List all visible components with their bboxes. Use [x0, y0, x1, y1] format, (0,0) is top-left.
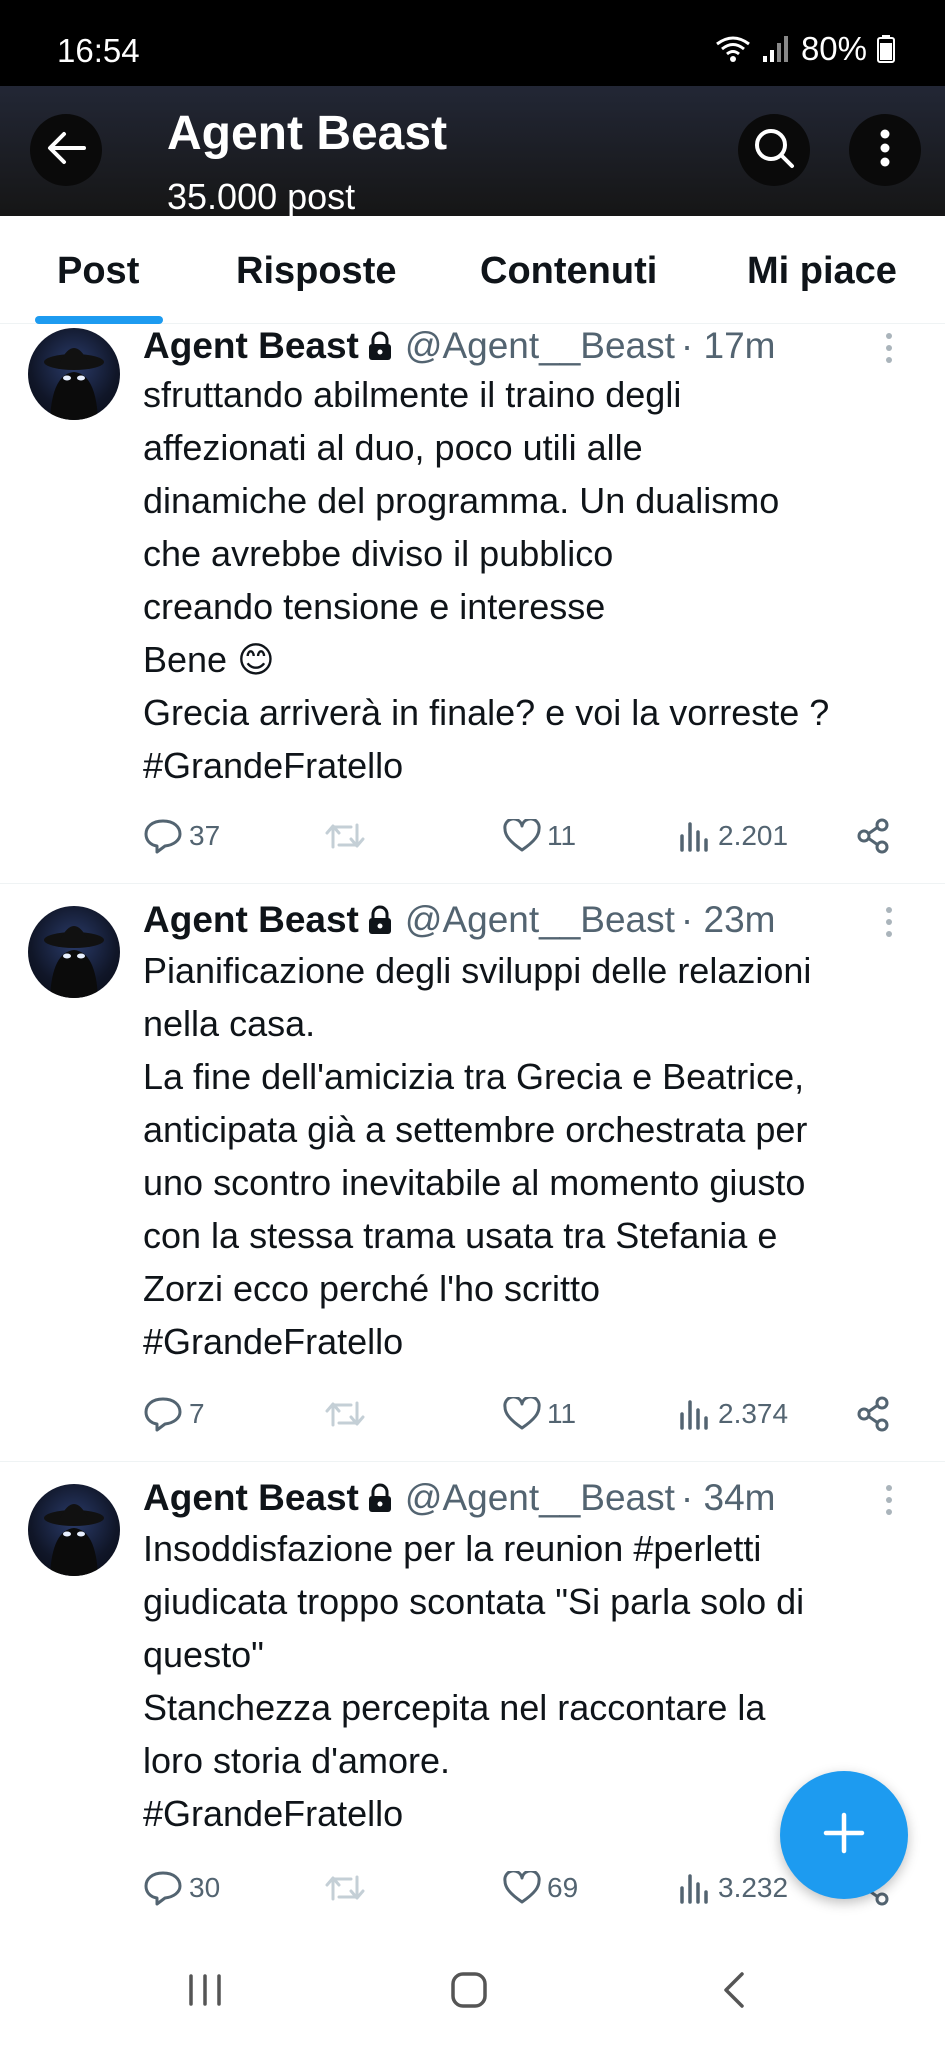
like-count: 69 [547, 1872, 579, 1903]
profile-tabs: Post Risposte Contenuti Mi piace [0, 216, 945, 324]
tweet-actions: 30 69 3.232 [143, 1866, 903, 1910]
tweet-actions: 7 11 2.374 [143, 1392, 903, 1436]
reply-button[interactable]: 37 [143, 814, 220, 858]
tab-contenuti[interactable]: Contenuti [480, 250, 657, 293]
tweet-more-button[interactable] [884, 332, 894, 369]
reply-button[interactable]: 7 [143, 1392, 205, 1436]
search-button[interactable] [738, 114, 810, 186]
profile-name: Agent Beast [167, 107, 448, 160]
more-vertical-icon [879, 128, 891, 173]
view-count: 2.201 [718, 820, 789, 851]
author-name[interactable]: Agent Beast [143, 899, 359, 941]
home-button[interactable] [449, 1970, 489, 2015]
tweet[interactable]: Agent Beast @Agent__Beast · 17m sfruttan… [0, 324, 945, 884]
tweet-header: Agent Beast @Agent__Beast · 23m [143, 898, 776, 942]
compose-button[interactable] [780, 1771, 908, 1899]
reply-icon [144, 1397, 182, 1432]
like-button[interactable]: 11 [503, 814, 576, 858]
tweet-actions: 37 11 2.201 [143, 814, 903, 858]
tweet-text: Pianificazione degli sviluppi delle rela… [143, 950, 812, 1362]
back-button[interactable] [30, 114, 102, 186]
repost-button[interactable] [323, 1392, 367, 1436]
repost-icon [325, 1401, 365, 1427]
share-icon [857, 1396, 889, 1432]
tweet[interactable]: Agent Beast @Agent__Beast · 23m Pianific… [0, 884, 945, 1462]
author-name[interactable]: Agent Beast [143, 325, 359, 367]
author-handle[interactable]: @Agent__Beast [405, 325, 675, 367]
tweet-text: sfruttando abilmente il traino degli aff… [143, 374, 830, 786]
home-icon [451, 1972, 487, 2008]
signal-icon [761, 34, 791, 64]
reply-icon [144, 1871, 182, 1906]
author-name[interactable]: Agent Beast [143, 1477, 359, 1519]
view-count: 3.232 [718, 1872, 789, 1903]
lock-icon [367, 331, 393, 361]
lock-icon [367, 905, 393, 935]
lock-icon [367, 1483, 393, 1513]
heart-icon [503, 1397, 541, 1430]
tweet-more-button[interactable] [884, 1484, 894, 1521]
tab-risposte[interactable]: Risposte [236, 250, 396, 293]
tab-mi-piace[interactable]: Mi piace [747, 250, 897, 293]
views-icon [680, 1874, 708, 1904]
repost-icon [325, 1875, 365, 1901]
repost-button[interactable] [323, 814, 367, 858]
reply-count: 7 [189, 1398, 205, 1429]
author-handle[interactable]: @Agent__Beast [405, 899, 675, 941]
back-arrow-icon [46, 130, 86, 171]
status-indicators: 80% [715, 30, 895, 68]
like-button[interactable]: 69 [503, 1866, 578, 1910]
repost-button[interactable] [323, 1866, 367, 1910]
tweet-header: Agent Beast @Agent__Beast · 17m [143, 324, 776, 368]
system-back-button[interactable] [718, 1970, 748, 2015]
avatar[interactable] [28, 1484, 120, 1576]
heart-icon [503, 1871, 541, 1904]
heart-icon [503, 819, 541, 852]
tweet-header: Agent Beast @Agent__Beast · 34m [143, 1476, 776, 1520]
tab-post[interactable]: Post [57, 250, 139, 293]
views-button[interactable]: 2.374 [678, 1392, 788, 1436]
views-icon [680, 822, 708, 852]
avatar[interactable] [28, 906, 120, 998]
plus-icon [822, 1811, 866, 1860]
tweet-time: · 23m [680, 899, 776, 940]
status-time: 16:54 [57, 32, 140, 69]
battery-level: 80% [800, 30, 867, 67]
recent-apps-icon [189, 1974, 221, 2006]
share-button[interactable] [855, 1392, 891, 1436]
share-button[interactable] [855, 814, 891, 858]
recent-apps-button[interactable] [185, 1970, 225, 2015]
view-count: 2.374 [718, 1398, 789, 1429]
reply-count: 37 [189, 820, 221, 851]
system-nav-bar [0, 1930, 945, 2048]
status-bar: 16:54 80% [0, 0, 945, 86]
views-button[interactable]: 2.201 [678, 814, 788, 858]
share-icon [857, 818, 889, 854]
tweet-time: · 17m [680, 325, 776, 366]
battery-icon [877, 35, 895, 63]
like-count: 11 [547, 820, 577, 851]
reply-count: 30 [189, 1872, 221, 1903]
reply-icon [144, 819, 182, 854]
tweet-more-button[interactable] [884, 906, 894, 943]
like-count: 11 [547, 1398, 577, 1429]
search-icon [753, 127, 795, 174]
like-button[interactable]: 11 [503, 1392, 576, 1436]
more-button[interactable] [849, 114, 921, 186]
author-handle[interactable]: @Agent__Beast [405, 1477, 675, 1519]
avatar[interactable] [28, 328, 120, 420]
views-icon [680, 1400, 708, 1430]
tweet-time: · 34m [680, 1477, 776, 1518]
views-button[interactable]: 3.232 [678, 1866, 788, 1910]
active-tab-indicator [35, 316, 163, 324]
chevron-left-icon [724, 1972, 744, 2008]
wifi-icon [715, 34, 751, 64]
reply-button[interactable]: 30 [143, 1866, 220, 1910]
post-count: 35.000 post [167, 176, 356, 216]
repost-icon [325, 823, 365, 849]
profile-header: Agent Beast 35.000 post [0, 86, 945, 216]
